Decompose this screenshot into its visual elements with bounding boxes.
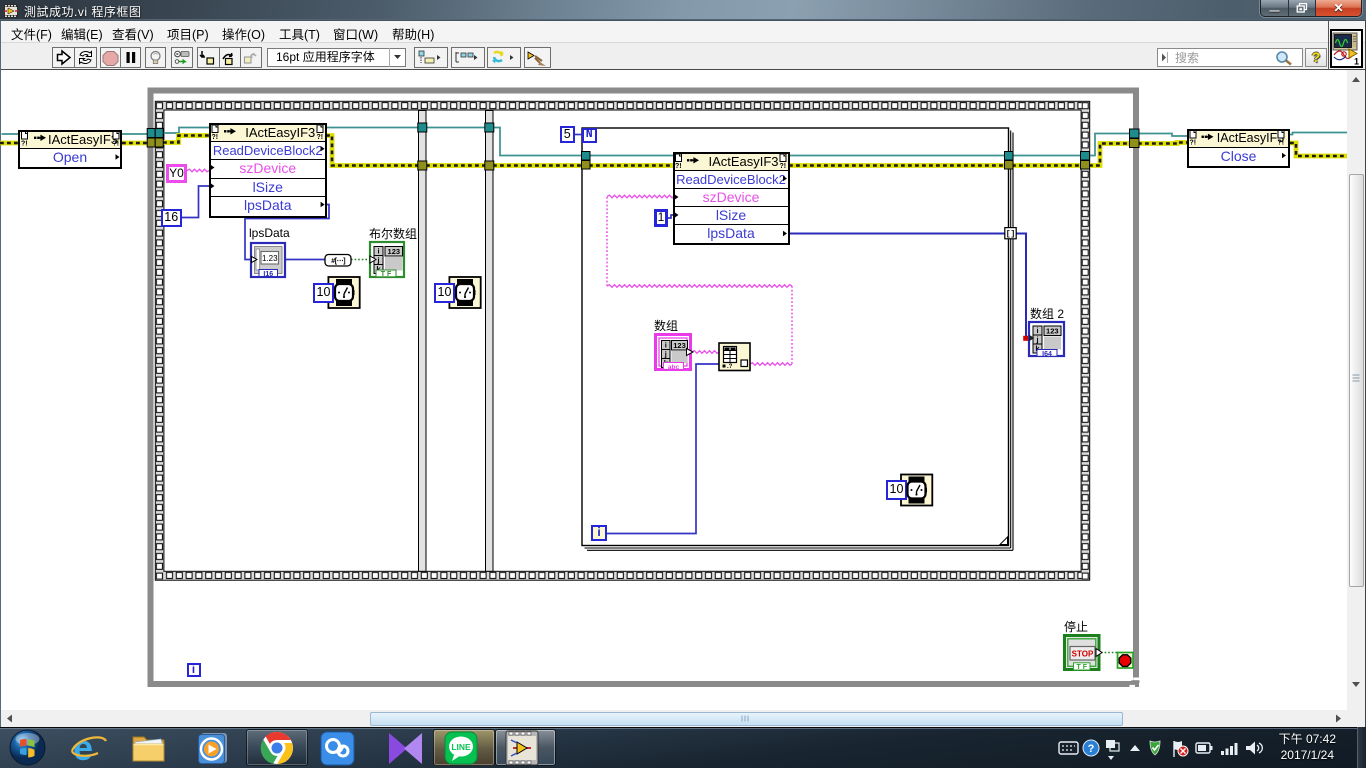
svg-text:e: e: [73, 729, 93, 767]
svg-text:j: j: [664, 350, 667, 359]
svg-text:123: 123: [673, 341, 686, 350]
svg-text:?: ?: [1088, 743, 1095, 755]
svg-text:1.23: 1.23: [262, 254, 278, 263]
svg-text:LINE: LINE: [451, 742, 471, 752]
svg-text:I64: I64: [1042, 351, 1052, 358]
svg-text:123: 123: [1046, 327, 1059, 336]
svg-text:i: i: [377, 247, 379, 256]
svg-text:T F: T F: [381, 271, 392, 278]
svg-text:T F: T F: [1077, 664, 1088, 671]
svg-text:j: j: [1035, 335, 1038, 344]
svg-text:i: i: [665, 341, 667, 350]
svg-text:1: 1: [1354, 57, 1359, 67]
svg-text:STOP: STOP: [1072, 650, 1094, 659]
svg-text:j: j: [376, 256, 379, 265]
svg-text:abc: abc: [668, 364, 680, 371]
svg-text:123: 123: [388, 247, 401, 256]
svg-text:I16: I16: [263, 271, 273, 278]
svg-text:i: i: [1036, 326, 1038, 335]
